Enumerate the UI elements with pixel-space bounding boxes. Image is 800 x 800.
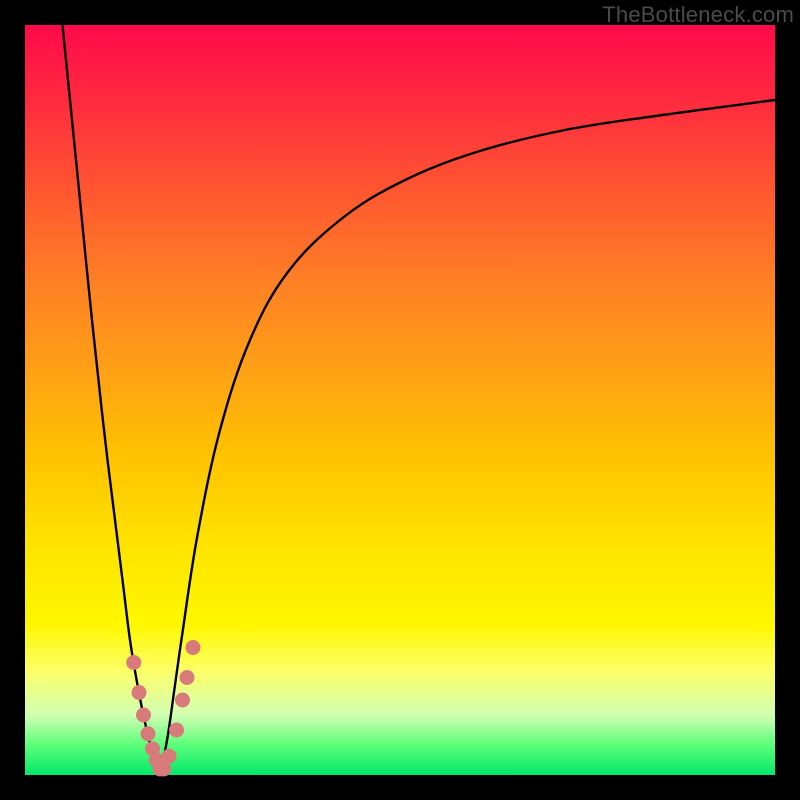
- marker-dot: [141, 726, 156, 741]
- chart-frame: TheBottleneck.com: [0, 0, 800, 800]
- marker-dot: [186, 640, 201, 655]
- curve-right-branch: [160, 100, 775, 775]
- chart-svg: [25, 25, 775, 775]
- marker-dot: [162, 749, 177, 764]
- marker-dot: [136, 708, 151, 723]
- curve-left-branch: [63, 25, 161, 775]
- marker-dot: [132, 685, 147, 700]
- plot-area: [25, 25, 775, 775]
- marker-dot: [126, 655, 141, 670]
- watermark-text: TheBottleneck.com: [602, 2, 794, 28]
- marker-dot: [175, 693, 190, 708]
- marker-dot: [169, 723, 184, 738]
- highlight-markers: [126, 640, 200, 777]
- marker-dot: [180, 670, 195, 685]
